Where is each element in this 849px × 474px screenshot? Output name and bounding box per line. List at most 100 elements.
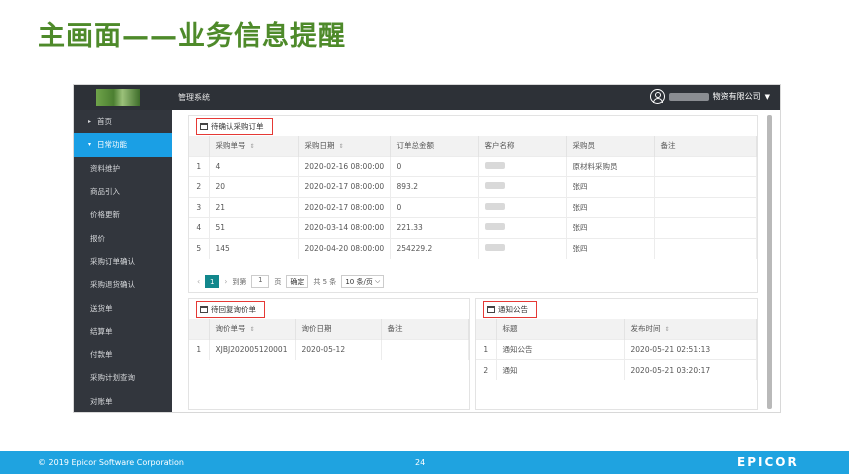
redacted-text	[484, 182, 505, 190]
sidebar-item-label: 付款单	[90, 350, 113, 360]
sidebar-item-label: 采购退货确认	[90, 280, 135, 290]
row-index: 1	[189, 155, 210, 177]
confirm-button[interactable]: 确定	[286, 275, 309, 288]
inquiry-date: 2020-05-12	[295, 338, 382, 360]
vertical-scrollbar[interactable]	[767, 115, 772, 409]
panel-title-box: 待回复询价单	[196, 300, 265, 318]
notice-title[interactable]: 通知	[496, 359, 625, 380]
row-index: 2	[476, 359, 497, 380]
system-name: 管理系统	[178, 93, 210, 102]
index-header	[189, 319, 210, 339]
chevron-down-icon: ▾	[88, 141, 92, 149]
slide-title: 主画面——业务信息提醒	[38, 21, 346, 52]
notice-panel: 通知公告 标题 发布时间 ⇕ 1 通知公告 2020-05-21 02:51:13	[475, 298, 758, 410]
table-row[interactable]: 4 51 2020-03-14 08:00:00 221.33 张四	[189, 217, 757, 238]
caret-down-icon[interactable]: ▼	[765, 93, 770, 101]
column-header-publish-time[interactable]: 发布时间 ⇕	[624, 319, 757, 339]
slide-footer: © 2019 Epicor Software Corporation 24 EP…	[0, 451, 849, 474]
sort-icon[interactable]: ⇕	[665, 326, 670, 333]
po-number: 51	[209, 217, 299, 238]
customer-name	[478, 237, 567, 259]
user-icon[interactable]	[649, 89, 665, 104]
total-amount: 0	[390, 155, 479, 177]
sort-icon[interactable]: ⇕	[250, 326, 255, 333]
table-row[interactable]: 1 通知公告 2020-05-21 02:51:13	[476, 338, 757, 360]
sidebar-item-label: 采购订单确认	[90, 256, 135, 266]
remark	[654, 155, 757, 177]
current-page-button[interactable]: 1	[205, 275, 220, 288]
table-row[interactable]: 2 20 2020-02-17 08:00:00 893.2 张四	[189, 176, 757, 197]
column-header-inquiry-date: 询价日期	[295, 319, 382, 339]
column-header-po-number[interactable]: 采购单号 ⇕	[209, 136, 299, 156]
customer-name	[478, 196, 567, 218]
sidebar-item-label: 采购计划查询	[90, 373, 135, 383]
sidebar-item-label: 结算单	[90, 326, 113, 336]
sort-icon[interactable]: ⇕	[250, 143, 255, 150]
po-date: 2020-02-17 08:00:00	[298, 196, 391, 218]
column-header-remark: 备注	[381, 319, 469, 339]
notice-table: 标题 发布时间 ⇕ 1 通知公告 2020-05-21 02:51:13 2 通知…	[476, 319, 757, 380]
sidebar-item-label: 资料维护	[90, 163, 120, 173]
panel-title: 通知公告	[498, 304, 528, 314]
sidebar-item-delivery-note[interactable]: 送货单	[74, 296, 172, 319]
sidebar-item-price-update[interactable]: 价格更新	[74, 203, 172, 226]
next-page-icon[interactable]: ›	[224, 277, 227, 286]
customer-name	[478, 176, 567, 197]
index-header	[189, 136, 210, 156]
user-menu[interactable]: 物资有限公司 ▼	[649, 89, 770, 104]
table-row[interactable]: 1 4 2020-02-16 08:00:00 0 原材料采购员	[189, 155, 757, 177]
sidebar-item-product-introduction[interactable]: 商品引入	[74, 180, 172, 203]
po-table: 采购单号 ⇕ 采购日期 ⇕ 订单总金额 客户名称 采购员 备注 1 4 2020-0…	[189, 136, 757, 259]
sidebar-item-label: 商品引入	[90, 187, 120, 197]
buyer: 张四	[566, 176, 655, 197]
sidebar-item-return-confirmation[interactable]: 采购退货确认	[74, 273, 172, 296]
sidebar-item-data-maintenance[interactable]: 资料维护	[74, 157, 172, 180]
prev-page-icon[interactable]: ‹	[197, 277, 200, 286]
customer-name	[478, 155, 567, 177]
customer-name	[478, 217, 567, 238]
column-header-po-date[interactable]: 采购日期 ⇕	[298, 136, 391, 156]
copyright-text: © 2019 Epicor Software Corporation	[38, 458, 184, 467]
redacted-text	[484, 202, 505, 210]
publish-time: 2020-05-21 02:51:13	[624, 338, 757, 360]
row-index: 4	[189, 217, 210, 238]
panel-title: 待确认采购订单	[211, 121, 264, 131]
column-header-inquiry-number[interactable]: 询价单号 ⇕	[209, 319, 296, 339]
row-index: 1	[476, 338, 497, 360]
app-screenshot: 管理系统 物资有限公司 ▼ ▸ 首页 ▾ 日常功能 资料维护 商品引入 价格更新 报…	[73, 84, 781, 413]
row-index: 3	[189, 196, 210, 218]
sidebar-item-label: 价格更新	[90, 210, 120, 220]
sidebar-item-statement[interactable]: 对账单	[74, 390, 172, 412]
total-amount: 221.33	[390, 217, 479, 238]
page-unit-label: 页	[274, 277, 282, 286]
sidebar-item-home[interactable]: ▸ 首页	[74, 110, 172, 133]
table-row[interactable]: 5 145 2020-04-20 08:00:00 254229.2 张四	[189, 237, 757, 259]
total-amount: 254229.2	[390, 237, 479, 259]
quote-table: 询价单号 ⇕ 询价日期 备注 1 XJBJ202005120001 2020-05…	[189, 319, 469, 360]
sidebar-item-daily-functions[interactable]: ▾ 日常功能	[74, 133, 172, 157]
publish-time: 2020-05-21 03:20:17	[624, 359, 757, 380]
notice-title[interactable]: 通知公告	[496, 338, 625, 360]
po-date: 2020-03-14 08:00:00	[298, 217, 391, 238]
page-size-select[interactable]: 10 条/页 ⌵	[341, 275, 385, 288]
sidebar-item-settlement[interactable]: 结算单	[74, 320, 172, 343]
sidebar-item-po-confirmation[interactable]: 采购订单确认	[74, 250, 172, 273]
redacted-text	[484, 244, 505, 251]
table-row[interactable]: 1 XJBJ202005120001 2020-05-12	[189, 338, 469, 360]
po-number: 21	[209, 196, 299, 218]
remark	[654, 196, 757, 218]
sort-icon[interactable]: ⇕	[339, 143, 344, 150]
chevron-right-icon: ▸	[88, 118, 92, 126]
sidebar-item-purchase-plan[interactable]: 采购计划查询	[74, 366, 172, 389]
sidebar-item-payment[interactable]: 付款单	[74, 343, 172, 366]
sidebar-item-label: 报价	[90, 233, 105, 243]
sidebar-item-label: 首页	[97, 117, 113, 127]
sidebar-item-quotation[interactable]: 报价	[74, 226, 172, 249]
sidebar-item-label: 对账单	[90, 396, 113, 406]
table-row[interactable]: 2 通知 2020-05-21 03:20:17	[476, 359, 757, 380]
table-row[interactable]: 3 21 2020-02-17 08:00:00 0 张四	[189, 196, 757, 218]
company-name-suffix: 物资有限公司	[712, 92, 761, 101]
column-header-remark: 备注	[654, 136, 757, 156]
goto-page-input[interactable]: 1	[251, 275, 270, 288]
total-count: 共 5 条	[313, 277, 337, 286]
